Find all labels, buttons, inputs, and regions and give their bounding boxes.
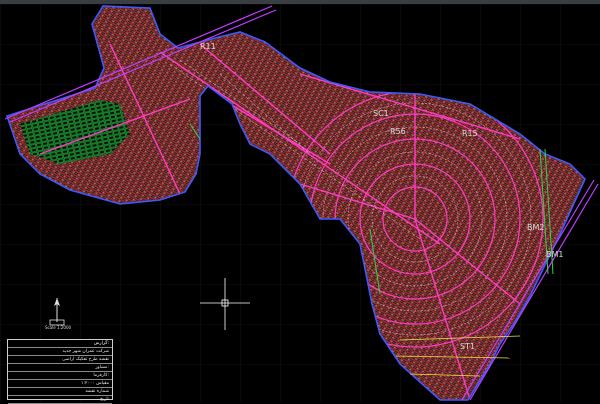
scale-label: Scale 1:2000: [44, 325, 72, 330]
label-bm1: BM1: [546, 250, 563, 259]
title-block-row: مشاور:: [8, 364, 112, 372]
title-block-row: گزارش:: [8, 340, 112, 348]
label-r15: R15: [462, 129, 478, 138]
label-st1: ST1: [460, 342, 475, 351]
label-bm2: BM2: [527, 223, 544, 232]
title-block-row: کارفرما:: [8, 372, 112, 380]
title-block: گزارش: شرکت عمران شهر جدید نقشه طرح تفکی…: [7, 339, 113, 404]
label-sc1: SC1: [373, 109, 389, 118]
title-block-row: مقیاس ۱:۲۰۰۰: [8, 380, 112, 388]
title-block-row: نقشه طرح تفکیک اراضی: [8, 356, 112, 364]
title-block-row: شماره نقشه: [8, 388, 112, 396]
title-block-row: تاریخ: [8, 396, 112, 404]
label-r11: R11: [200, 42, 216, 51]
label-r56: R56: [390, 127, 406, 136]
title-block-row: شرکت عمران شهر جدید: [8, 348, 112, 356]
